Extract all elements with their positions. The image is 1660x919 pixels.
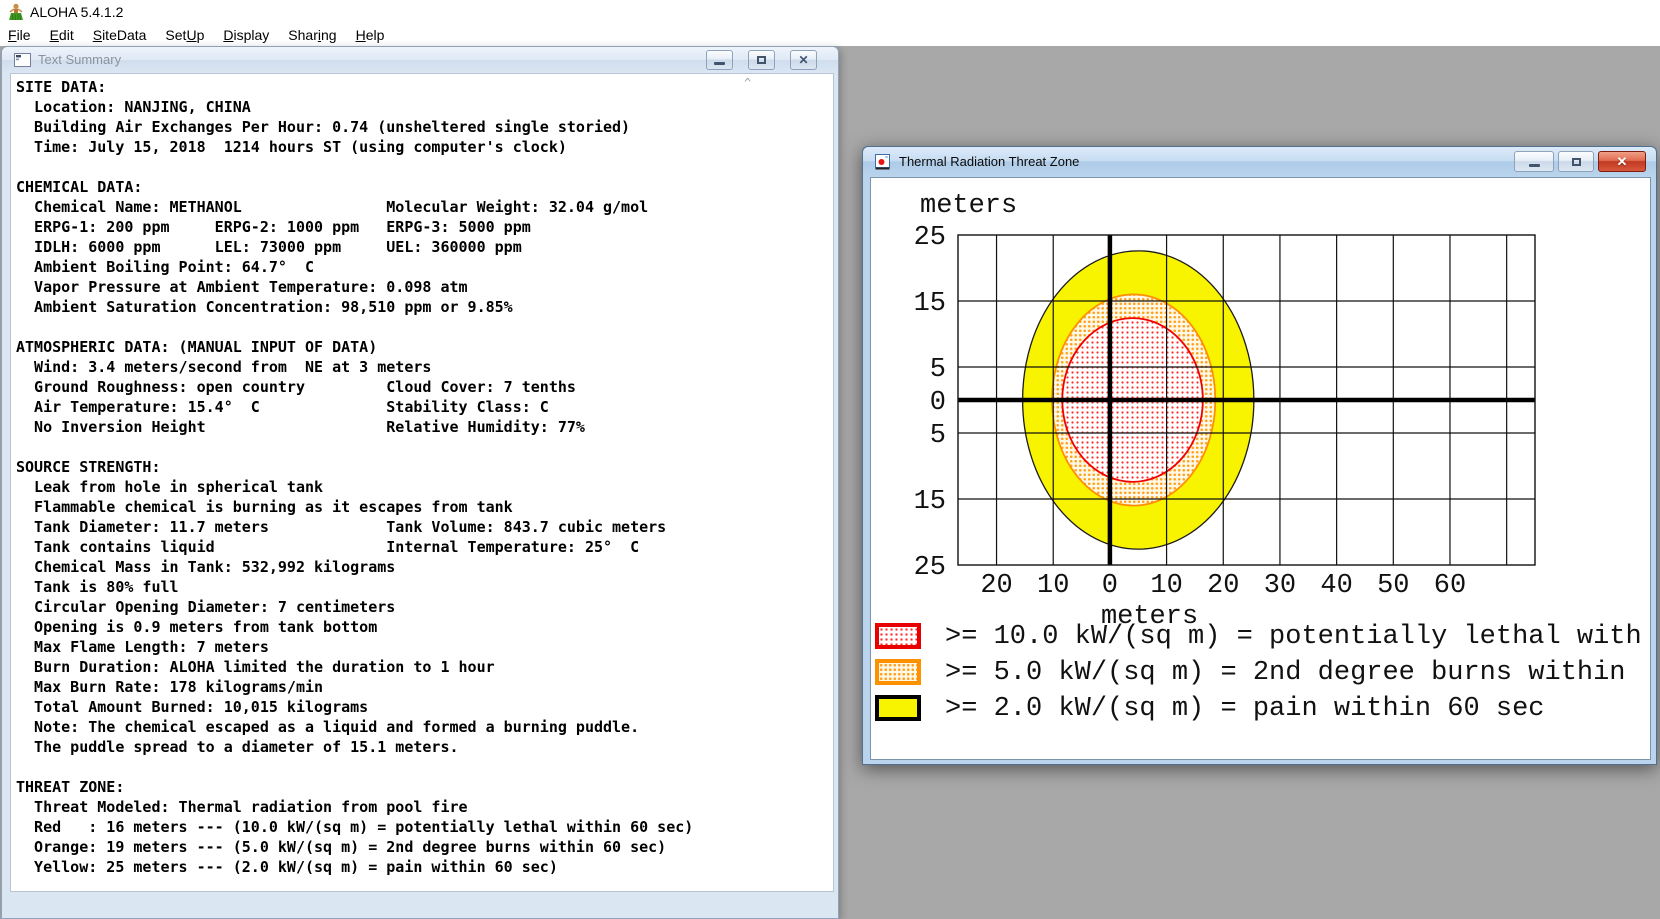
close-button[interactable]: ✕ xyxy=(1598,151,1646,172)
text-summary-window: Text Summary ✕ SITE DATA: Location: NANJ… xyxy=(1,46,839,919)
y-tick-label: 15 xyxy=(914,487,946,517)
text-summary-title: Text Summary xyxy=(38,52,122,67)
scroll-up-arrow[interactable]: ^ xyxy=(744,76,751,90)
close-icon: ✕ xyxy=(1616,154,1628,169)
menu-item-sharing[interactable]: Sharing xyxy=(288,27,336,43)
x-tick-label: 10 xyxy=(1150,571,1182,601)
threat-zone-window-icon xyxy=(875,154,890,170)
legend-label-yellow: >= 2.0 kW/(sq m) = pain within 60 sec xyxy=(945,694,1545,724)
y-axis-unit-label: meters xyxy=(920,191,1017,221)
app-titlebar[interactable]: ALOHA 5.4.1.2 xyxy=(0,0,1660,24)
y-tick-label: 25 xyxy=(914,223,946,253)
x-tick-label: 20 xyxy=(980,571,1012,601)
y-tick-label: 25 xyxy=(914,553,946,583)
menu-item-file[interactable]: File xyxy=(8,27,31,43)
menu-item-display[interactable]: Display xyxy=(223,27,269,43)
text-summary-titlebar[interactable]: Text Summary ✕ xyxy=(2,47,838,73)
legend-label-red: >= 10.0 kW/(sq m) = potentially lethal w… xyxy=(945,622,1642,652)
threat-zone-titlebar[interactable]: Thermal Radiation Threat Zone ✕ xyxy=(863,147,1656,177)
maximize-icon xyxy=(1571,157,1581,166)
x-tick-label: 60 xyxy=(1434,571,1466,601)
app-title: ALOHA 5.4.1.2 xyxy=(30,4,124,20)
text-summary-window-icon xyxy=(14,53,31,67)
aloha-app-icon xyxy=(9,3,23,21)
legend-swatch-orange xyxy=(875,659,921,685)
threat-zone-legend: >= 10.0 kW/(sq m) = potentially lethal w… xyxy=(875,622,1645,742)
maximize-button[interactable] xyxy=(748,50,775,70)
maximize-icon xyxy=(757,56,766,64)
legend-swatch-red xyxy=(875,623,921,649)
minimize-button[interactable] xyxy=(706,50,733,70)
text-summary-content: SITE DATA: Location: NANJING, CHINA Buil… xyxy=(10,73,834,892)
x-tick-label: 0 xyxy=(1102,571,1118,601)
x-tick-label: 40 xyxy=(1320,571,1352,601)
maximize-button[interactable] xyxy=(1558,151,1594,172)
menu-item-help[interactable]: Help xyxy=(356,27,385,43)
y-tick-label: 5 xyxy=(930,421,946,451)
x-tick-label: 30 xyxy=(1264,571,1296,601)
legend-label-orange: >= 5.0 kW/(sq m) = 2nd degree burns with… xyxy=(945,658,1626,688)
minimize-icon xyxy=(714,62,725,65)
y-tick-label: 0 xyxy=(930,388,946,418)
x-tick-label: 20 xyxy=(1207,571,1239,601)
app-window-top: ALOHA 5.4.1.2 File Edit SiteData SetUp Displ… xyxy=(0,0,1660,46)
menubar: File Edit SiteData SetUp Display Sharing Help xyxy=(0,24,1660,46)
threat-zone-title: Thermal Radiation Threat Zone xyxy=(899,154,1080,169)
menu-item-sitedata[interactable]: SiteData xyxy=(93,27,147,43)
minimize-icon xyxy=(1528,163,1540,167)
y-tick-label: 5 xyxy=(930,355,946,385)
threat-zone-chart: 20 10 0 10 20 30 40 50 6025155051525metersmeters xyxy=(914,191,1536,632)
y-tick-label: 15 xyxy=(914,289,946,319)
minimize-button[interactable] xyxy=(1514,151,1554,172)
x-tick-label: 50 xyxy=(1377,571,1409,601)
summary-text: SITE DATA: Location: NANJING, CHINA Buil… xyxy=(16,78,694,876)
close-button[interactable]: ✕ xyxy=(790,50,817,70)
x-tick-label: 10 xyxy=(1037,571,1069,601)
desktop: ALOHA 5.4.1.2 File Edit SiteData SetUp Displ… xyxy=(0,0,1660,919)
menu-item-edit[interactable]: Edit xyxy=(50,27,74,43)
legend-swatch-yellow xyxy=(875,695,921,721)
close-icon: ✕ xyxy=(798,53,809,67)
menu-item-setup[interactable]: SetUp xyxy=(165,27,204,43)
